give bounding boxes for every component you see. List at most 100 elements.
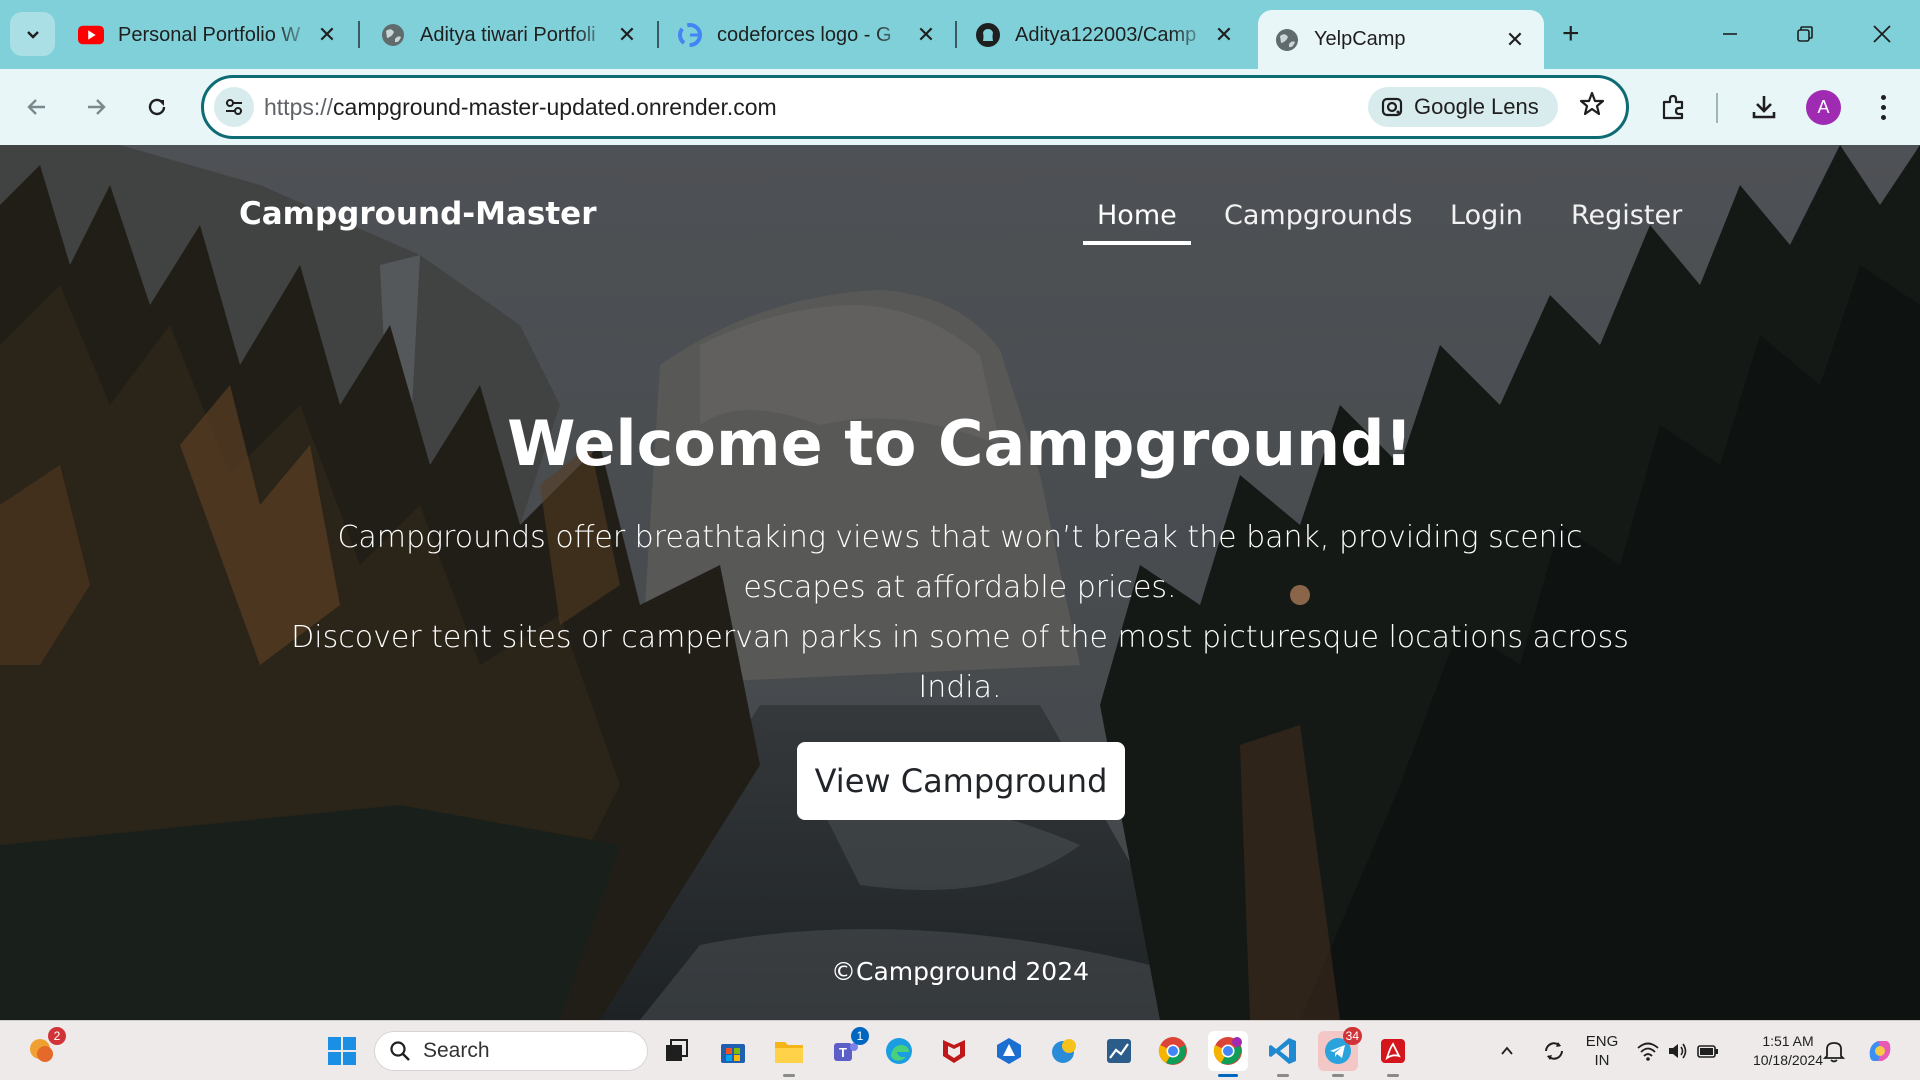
downloads-button[interactable] <box>1744 87 1784 127</box>
store-icon <box>721 1044 745 1063</box>
nav-login[interactable]: Login <box>1450 200 1523 231</box>
taskbar-chrome[interactable] <box>1153 1031 1193 1071</box>
hero-line-1: Campgrounds offer breathtaking views tha… <box>337 520 1583 605</box>
forward-button[interactable] <box>76 87 116 127</box>
close-window-button[interactable] <box>1862 14 1902 54</box>
site-info-button[interactable] <box>214 87 254 127</box>
taskbar-mcafee[interactable] <box>934 1031 974 1071</box>
arrow-right-icon <box>88 99 106 115</box>
taskbar-app-chart[interactable] <box>1099 1031 1139 1071</box>
chrome-icon <box>1158 1037 1187 1065</box>
quick-settings[interactable] <box>1628 1031 1728 1071</box>
chevron-down-icon <box>26 31 39 39</box>
search-icon <box>390 1041 410 1061</box>
sync-icon <box>1545 1042 1563 1060</box>
taskbar-app-blue[interactable] <box>989 1031 1029 1071</box>
browser-menu-button[interactable] <box>1868 87 1898 127</box>
running-indicator <box>783 1074 795 1077</box>
tab-search-button[interactable] <box>10 12 55 56</box>
running-indicator <box>1332 1074 1344 1077</box>
view-campground-button[interactable]: View Campground <box>797 742 1125 820</box>
nav-register[interactable]: Register <box>1571 200 1682 231</box>
taskbar-chrome-profile[interactable] <box>1208 1031 1248 1077</box>
app-icon <box>997 1038 1021 1064</box>
arrow-left-icon <box>27 99 45 115</box>
tab-codeforces-search[interactable]: codeforces logo - G ✕ <box>677 14 939 56</box>
tab-title: YelpCamp <box>1314 28 1406 50</box>
tab-divider <box>657 21 659 48</box>
running-indicator <box>1277 1074 1289 1077</box>
restore-icon <box>1797 26 1813 42</box>
folder-icon <box>775 1042 803 1063</box>
site-brand[interactable]: Campground-Master <box>239 196 596 232</box>
tab-title: codeforces logo - G <box>717 23 892 46</box>
close-icon[interactable]: ✕ <box>314 22 340 48</box>
show-hidden-icons-button[interactable] <box>1492 1031 1522 1071</box>
back-button[interactable] <box>17 87 57 127</box>
google-icon <box>677 22 703 48</box>
close-icon[interactable]: ✕ <box>1211 22 1237 48</box>
task-view-button[interactable] <box>657 1031 697 1071</box>
youtube-icon <box>78 22 104 48</box>
volume-icon <box>1669 1043 1687 1059</box>
running-indicator <box>1387 1074 1399 1077</box>
hero-description: Campgrounds offer breathtaking views tha… <box>280 513 1640 713</box>
new-tab-button[interactable]: + <box>1562 17 1580 51</box>
taskbar-vscode[interactable] <box>1263 1031 1303 1077</box>
nav-home[interactable]: Home <box>1083 200 1191 245</box>
language-indicator[interactable]: ENG IN <box>1580 1032 1624 1070</box>
close-icon[interactable]: ✕ <box>1502 27 1528 53</box>
teams-badge: 1 <box>851 1027 869 1045</box>
copilot-icon <box>1869 1041 1891 1061</box>
bookmark-star-icon[interactable] <box>1578 90 1606 125</box>
tab-github-repo[interactable]: Aditya122003/Camp ✕ <box>975 14 1237 56</box>
reload-button[interactable] <box>137 87 177 127</box>
close-icon <box>1873 25 1891 43</box>
google-lens-button[interactable]: Google Lens <box>1368 87 1558 127</box>
windows-taskbar: 2 Search T 1 34 ENG IN 1:51 AM 10/18/202… <box>0 1020 1920 1080</box>
taskbar-store[interactable] <box>713 1031 753 1071</box>
address-bar[interactable]: https://campground-master-updated.onrend… <box>201 75 1629 139</box>
copilot-button[interactable] <box>1860 1031 1900 1071</box>
restore-button[interactable] <box>1785 14 1825 54</box>
tune-icon <box>226 99 242 115</box>
taskbar-edge[interactable] <box>879 1031 919 1071</box>
bell-icon <box>1823 1042 1845 1063</box>
minimize-button[interactable] <box>1710 14 1750 54</box>
svg-text:T: T <box>839 1045 847 1060</box>
tab-personal-portfolio[interactable]: Personal Portfolio W ✕ <box>78 14 340 56</box>
nav-campgrounds[interactable]: Campgrounds <box>1224 200 1412 231</box>
toolbar-divider <box>1716 93 1718 123</box>
tab-title: Personal Portfolio W <box>118 23 301 46</box>
taskbar-app-circle[interactable] <box>1044 1031 1084 1071</box>
url-text[interactable]: https://campground-master-updated.onrend… <box>264 94 777 121</box>
notifications-button[interactable] <box>1814 1031 1854 1071</box>
globe-icon <box>380 22 406 48</box>
download-icon <box>1752 96 1776 119</box>
windows-icon <box>328 1037 356 1065</box>
taskbar-file-explorer[interactable] <box>769 1031 809 1077</box>
close-icon[interactable]: ✕ <box>913 22 939 48</box>
profile-avatar[interactable]: A <box>1806 90 1841 125</box>
taskbar-telegram[interactable]: 34 <box>1318 1027 1362 1077</box>
pdf-icon <box>1381 1039 1405 1063</box>
telegram-badge: 34 <box>1342 1027 1362 1045</box>
close-icon[interactable]: ✕ <box>614 22 640 48</box>
tab-yelpcamp[interactable]: YelpCamp ✕ <box>1258 10 1544 69</box>
start-button[interactable] <box>322 1031 362 1071</box>
taskbar-search[interactable]: Search <box>374 1031 648 1071</box>
tab-aditya-portfolio[interactable]: Aditya tiwari Portfoli ✕ <box>380 14 640 56</box>
hero-section: Campground-Master Home Campgrounds Login… <box>0 145 1920 1020</box>
sync-tray-icon[interactable] <box>1534 1031 1574 1071</box>
hero-line-2: Discover tent sites or campervan parks i… <box>291 620 1629 705</box>
tab-divider <box>955 21 957 48</box>
tab-strip: Personal Portfolio W ✕ Aditya tiwari Por… <box>0 0 1920 69</box>
taskbar-teams[interactable]: T 1 <box>825 1027 869 1071</box>
chrome-icon <box>1213 1037 1242 1065</box>
running-indicator <box>1218 1074 1238 1077</box>
app-icon <box>1052 1039 1076 1063</box>
url-host: campground-master-updated.onrender.com <box>333 94 777 120</box>
weather-widget[interactable]: 2 <box>22 1027 66 1071</box>
taskbar-acrobat[interactable] <box>1373 1031 1413 1077</box>
extensions-button[interactable] <box>1654 87 1694 127</box>
